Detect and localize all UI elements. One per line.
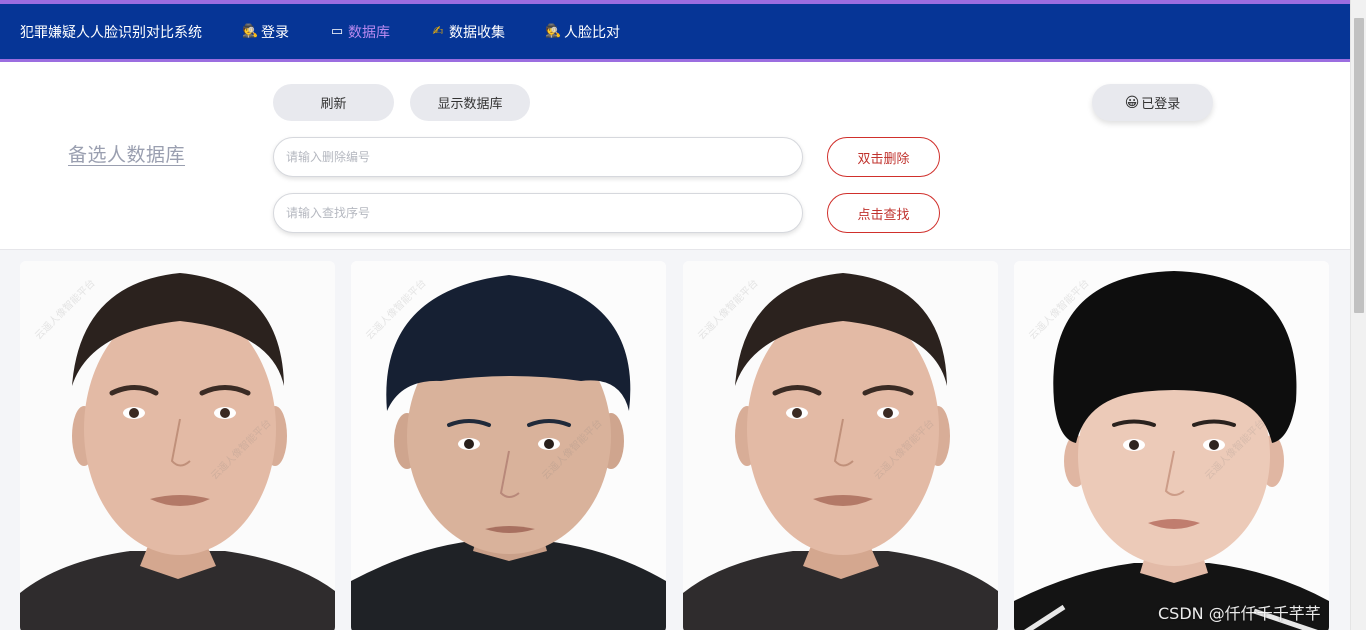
nav-face-compare-label: 人脸比对 — [564, 24, 620, 41]
login-status-label: 已登录 — [1141, 97, 1181, 112]
writing-hand-icon: ✍ — [432, 24, 444, 39]
detective-emoji-icon: 🕵 — [545, 24, 562, 39]
refresh-button[interactable]: 刷新 — [273, 84, 394, 121]
top-navbar: 犯罪嫌疑人人脸识别对比系统 🕵 登录 ▭ 数据库 ✍ 数据收集 🕵 人脸比对 — [0, 0, 1350, 62]
nav-login-label: 登录 — [261, 24, 289, 41]
suspect-card[interactable]: 云遥人像智能平台 云遥人像智能平台 — [351, 261, 666, 630]
scrollbar-thumb[interactable] — [1354, 18, 1364, 313]
suspect-photo-4 — [1014, 261, 1329, 630]
suspect-card[interactable]: 云遥人像智能平台 云遥人像智能平台 — [683, 261, 998, 630]
nav-login[interactable]: 🕵 登录 — [242, 22, 289, 42]
login-status-button[interactable]: 😀 已登录 — [1092, 84, 1213, 121]
delete-button[interactable]: 双击删除 — [827, 137, 940, 177]
suspect-card[interactable]: 云遥人像智能平台 云遥人像智能平台 — [20, 261, 335, 630]
database-control-panel: 备选人数据库 刷新 显示数据库 😀 已登录 双击删除 点击查找 — [0, 62, 1350, 250]
vertical-scrollbar[interactable] — [1350, 0, 1366, 630]
nav-face-compare[interactable]: 🕵 人脸比对 — [545, 22, 620, 42]
grinning-face-icon: 😀 — [1124, 94, 1140, 111]
database-card-icon: ▭ — [330, 24, 344, 39]
csdn-credit-watermark: CSDN @仟仟千千芊芊 — [1158, 604, 1321, 623]
nav-data-collection[interactable]: ✍ 数据收集 — [430, 22, 505, 42]
app-brand: 犯罪嫌疑人人脸识别对比系统 — [20, 24, 202, 41]
find-button[interactable]: 点击查找 — [827, 193, 940, 233]
suspect-photo-2 — [351, 261, 666, 630]
nav-database-label: 数据库 — [348, 24, 390, 41]
page-title: 备选人数据库 — [68, 144, 186, 166]
find-index-input[interactable] — [273, 193, 803, 233]
show-database-button[interactable]: 显示数据库 — [410, 84, 530, 121]
nav-database[interactable]: ▭ 数据库 — [329, 22, 390, 42]
suspect-photo-1 — [20, 261, 335, 630]
detective-emoji-icon: 🕵 — [242, 24, 259, 39]
app-window: 犯罪嫌疑人人脸识别对比系统 🕵 登录 ▭ 数据库 ✍ 数据收集 🕵 人脸比对 备… — [0, 0, 1366, 630]
suspect-card-grid: 云遥人像智能平台 云遥人像智能平台 云遥人像智能平台 云遥人像智能平台 — [0, 250, 1350, 630]
delete-id-input[interactable] — [273, 137, 803, 177]
nav-data-collection-label: 数据收集 — [449, 24, 505, 41]
suspect-card[interactable]: 云遥人像智能平台 云遥人像智能平台 — [1014, 261, 1329, 630]
suspect-photo-3 — [683, 261, 998, 630]
